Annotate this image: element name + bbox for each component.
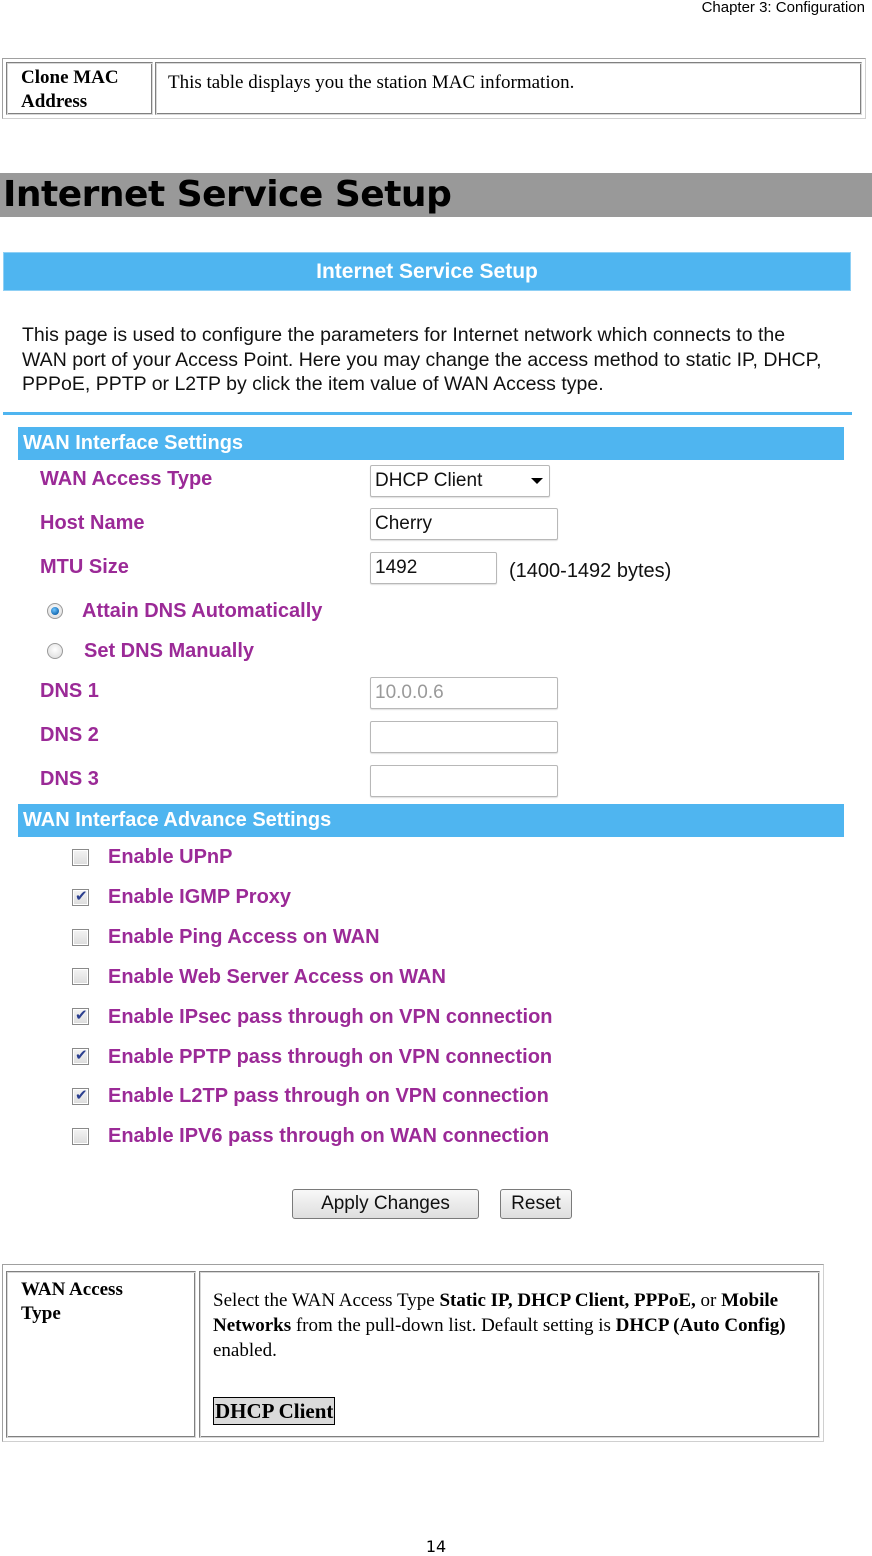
wan-access-type-select[interactable]: DHCP Client: [370, 465, 550, 497]
ipsec-passthrough-checkbox[interactable]: [72, 1006, 89, 1025]
clone-mac-label-line2: Address: [21, 91, 88, 112]
l2tp-passthrough-label: Enable L2TP pass through on VPN connecti…: [108, 1085, 549, 1107]
ipv6-passthrough-label: Enable IPV6 pass through on WAN connecti…: [108, 1125, 550, 1147]
ipv6-passthrough-checkbox[interactable]: [72, 1128, 89, 1145]
host-name-input[interactable]: Cherry: [370, 508, 558, 540]
desc-text: Select the WAN Access Type: [213, 1290, 440, 1311]
clone-mac-label-cell: Clone MAC Address: [6, 62, 153, 115]
pptp-passthrough-checkbox[interactable]: [72, 1046, 89, 1065]
clone-mac-desc-cell: This table displays you the station MAC …: [155, 62, 862, 115]
reset-button[interactable]: Reset: [500, 1189, 572, 1219]
chevron-down-icon: [531, 478, 543, 484]
dns2-input[interactable]: [370, 721, 558, 753]
desc-bold-default: DHCP (Auto Config): [615, 1315, 786, 1336]
wan-access-label-line2: Type: [21, 1303, 61, 1324]
ui-divider: [3, 412, 852, 415]
mtu-size-label: MTU Size: [40, 556, 129, 578]
wan-access-description: Select the WAN Access Type Static IP, DH…: [200, 1272, 819, 1363]
wan-access-desc-cell: Select the WAN Access Type Static IP, DH…: [199, 1271, 820, 1438]
ipsec-passthrough-label: Enable IPsec pass through on VPN connect…: [108, 1006, 553, 1028]
dns1-input[interactable]: 10.0.0.6: [370, 677, 558, 709]
section-title-bar: Internet Service Setup: [0, 173, 872, 217]
web-server-access-checkbox[interactable]: [72, 968, 89, 985]
mtu-size-input[interactable]: 1492: [370, 552, 497, 584]
dns3-input[interactable]: [370, 765, 558, 797]
ui-page-title: Internet Service Setup: [3, 252, 851, 291]
set-dns-manual-label: Set DNS Manually: [84, 640, 255, 662]
dns2-label: DNS 2: [40, 724, 99, 746]
wan-access-value-box: DHCP Client: [213, 1397, 336, 1425]
igmp-proxy-label: Enable IGMP Proxy: [108, 886, 292, 908]
wan-access-type-label: WAN Access Type: [40, 468, 213, 490]
page-number: 14: [425, 1537, 447, 1556]
upnp-checkbox[interactable]: [72, 849, 89, 866]
pptp-passthrough-label: Enable PPTP pass through on VPN connecti…: [108, 1046, 553, 1068]
attain-dns-auto-label: Attain DNS Automatically: [82, 600, 323, 622]
l2tp-passthrough-checkbox[interactable]: [72, 1086, 89, 1105]
dns1-label: DNS 1: [40, 680, 99, 702]
section-title: Internet Service Setup: [3, 174, 452, 215]
apply-changes-button[interactable]: Apply Changes: [292, 1189, 479, 1219]
clone-mac-description: This table displays you the station MAC …: [168, 72, 575, 93]
ping-access-label: Enable Ping Access on WAN: [108, 926, 380, 948]
wan-access-label-cell: WAN Access Type: [6, 1271, 196, 1438]
dns3-label: DNS 3: [40, 768, 99, 790]
desc-text: from the pull-down list. Default setting…: [291, 1315, 616, 1336]
upnp-label: Enable UPnP: [108, 846, 233, 868]
desc-bold-types: Static IP, DHCP Client, PPPoE,: [439, 1290, 696, 1311]
igmp-proxy-checkbox[interactable]: [72, 887, 89, 906]
clone-mac-table: Clone MAC Address This table displays yo…: [2, 58, 866, 119]
chapter-header: Chapter 3: Configuration: [701, 0, 865, 16]
mtu-size-hint: (1400-1492 bytes): [509, 560, 672, 582]
wan-access-table: WAN Access Type Select the WAN Access Ty…: [2, 1264, 824, 1442]
attain-dns-auto-radio[interactable]: [47, 603, 63, 619]
wan-access-label-line1: WAN Access: [21, 1279, 123, 1300]
wan-advance-heading: WAN Interface Advance Settings: [18, 804, 844, 837]
wan-settings-heading: WAN Interface Settings: [18, 427, 844, 460]
desc-text: enabled.: [213, 1340, 277, 1361]
ui-intro-text: This page is used to configure the param…: [22, 324, 822, 395]
ping-access-checkbox[interactable]: [72, 929, 89, 946]
wan-access-type-value: DHCP Client: [375, 470, 483, 491]
desc-text: or: [695, 1290, 722, 1311]
web-server-access-label: Enable Web Server Access on WAN: [108, 966, 446, 988]
clone-mac-label-line1: Clone MAC: [21, 67, 119, 88]
host-name-label: Host Name: [40, 512, 145, 534]
set-dns-manual-radio[interactable]: [47, 643, 63, 659]
